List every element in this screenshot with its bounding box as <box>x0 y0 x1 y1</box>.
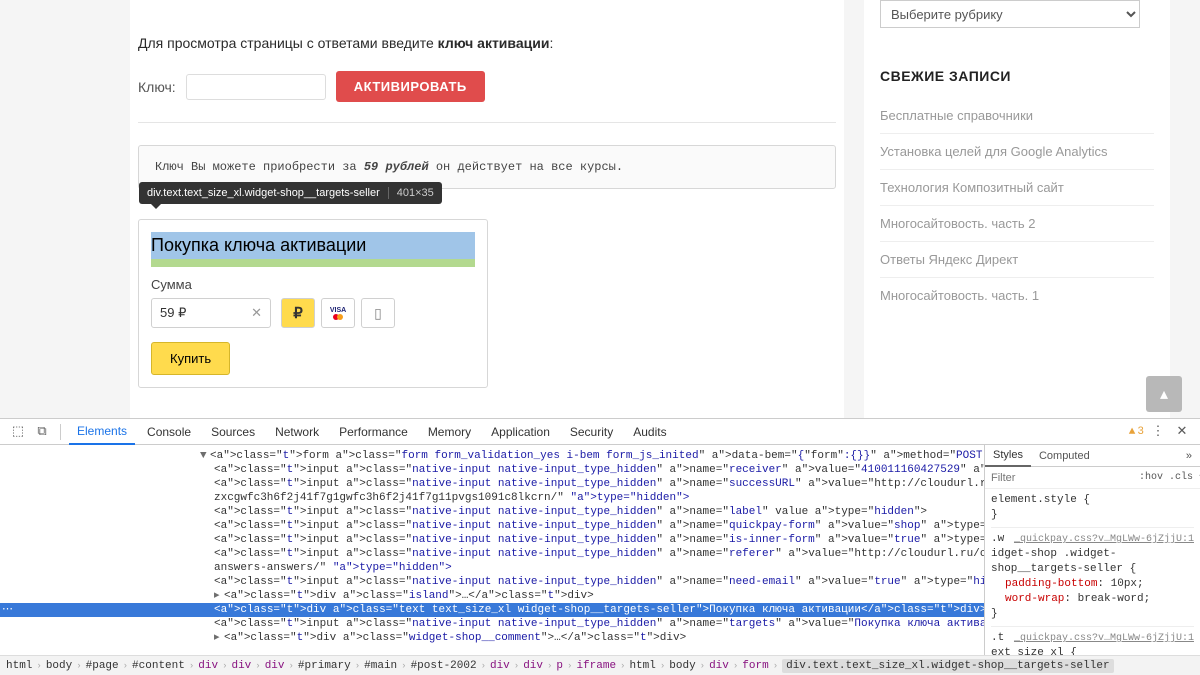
main-content: Для просмотра страницы с ответами введит… <box>130 0 844 418</box>
post-link[interactable]: Ответы Яндекс Директ <box>880 252 1018 267</box>
tab-sources[interactable]: Sources <box>203 420 263 444</box>
tab-console[interactable]: Console <box>139 420 199 444</box>
more-tabs-icon[interactable]: » <box>1178 450 1200 462</box>
inspect-tooltip: div.text.text_size_xl.widget-shop__targe… <box>139 182 442 204</box>
close-devtools-icon[interactable]: ✕ <box>1172 422 1192 442</box>
category-select[interactable]: Выберите рубрику <box>880 0 1140 28</box>
tab-audits[interactable]: Audits <box>625 420 674 444</box>
amount-input[interactable]: 59 ₽✕ <box>151 298 271 328</box>
clear-amount-icon[interactable]: ✕ <box>251 305 262 321</box>
key-input[interactable] <box>186 74 326 100</box>
tab-network[interactable]: Network <box>267 420 327 444</box>
key-label: Ключ: <box>138 79 176 95</box>
instruction-text: Для просмотра страницы с ответами введит… <box>138 0 836 71</box>
styles-panel: Styles Computed » :hov .cls + 📌 element.… <box>984 445 1200 655</box>
payment-widget: div.text.text_size_xl.widget-shop__targe… <box>138 219 488 388</box>
device-toolbar-icon[interactable]: ⧉ <box>32 422 52 442</box>
inspect-element-icon[interactable]: ⬚ <box>8 422 28 442</box>
styles-filter-input[interactable] <box>991 472 1133 484</box>
styles-tab[interactable]: Styles <box>985 445 1031 467</box>
sum-label: Сумма <box>151 277 475 292</box>
buy-button[interactable]: Купить <box>151 342 230 375</box>
settings-icon[interactable]: ⋮ <box>1148 422 1168 442</box>
devtools-tabs: ⬚ ⧉ Elements Console Sources Network Per… <box>0 419 1200 445</box>
pay-method-card[interactable]: VISA <box>321 298 355 328</box>
tab-performance[interactable]: Performance <box>331 420 416 444</box>
sidebar-heading: СВЕЖИЕ ЗАПИСИ <box>880 68 1154 84</box>
widget-title-highlighted: Покупка ключа активации <box>151 232 475 267</box>
devtools-panel: ⬚ ⧉ Elements Console Sources Network Per… <box>0 418 1200 675</box>
cls-toggle[interactable]: .cls <box>1169 472 1193 483</box>
pay-method-phone[interactable]: ▯ <box>361 298 395 328</box>
css-rules[interactable]: element.style { } _quickpay.css?v…MgLWw-… <box>985 489 1200 655</box>
hov-toggle[interactable]: :hov <box>1139 472 1163 483</box>
post-link[interactable]: Установка целей для Google Analytics <box>880 144 1108 159</box>
tab-memory[interactable]: Memory <box>420 420 479 444</box>
recent-posts-list: Бесплатные справочники Установка целей д… <box>880 98 1154 313</box>
breadcrumb[interactable]: html›body›#page›#content›div›div›div›#pr… <box>0 655 1200 675</box>
post-link[interactable]: Многосайтовость. часть 2 <box>880 216 1035 231</box>
computed-tab[interactable]: Computed <box>1031 446 1098 466</box>
tab-application[interactable]: Application <box>483 420 558 444</box>
sidebar: Выберите рубрику СВЕЖИЕ ЗАПИСИ Бесплатны… <box>864 0 1170 418</box>
pay-method-yoomoney[interactable]: ₽ <box>281 298 315 328</box>
post-link[interactable]: Технология Композитный сайт <box>880 180 1064 195</box>
tab-security[interactable]: Security <box>562 420 621 444</box>
post-link[interactable]: Бесплатные справочники <box>880 108 1033 123</box>
activate-button[interactable]: АКТИВИРОВАТЬ <box>336 71 485 102</box>
warnings-badge[interactable]: ▲3 <box>1129 426 1144 438</box>
activation-row: Ключ: АКТИВИРОВАТЬ <box>138 71 836 123</box>
tab-elements[interactable]: Elements <box>69 419 135 445</box>
dom-tree[interactable]: ▼<a">class="t">form a">class="form form_… <box>0 445 984 655</box>
post-link[interactable]: Многосайтовость. часть. 1 <box>880 288 1039 303</box>
scroll-to-top-button[interactable]: ▴ <box>1146 376 1182 412</box>
